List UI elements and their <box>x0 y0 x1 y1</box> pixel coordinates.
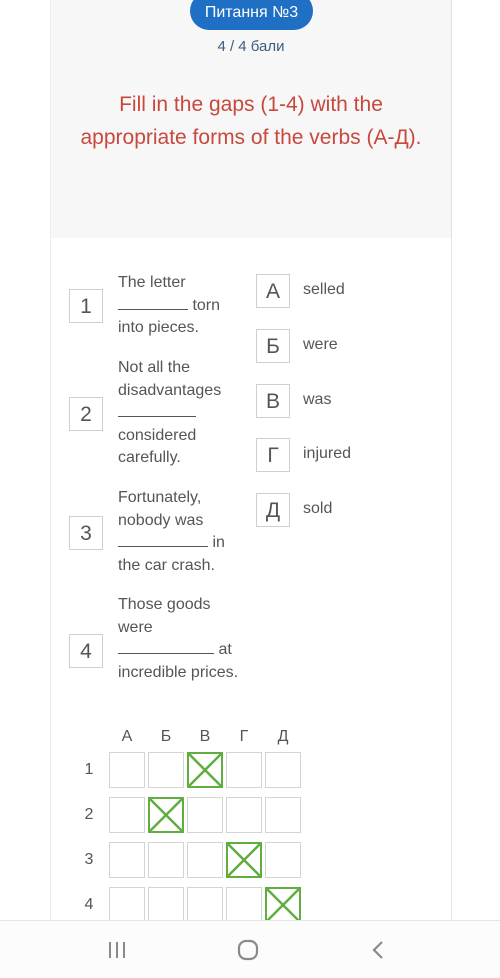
question-number-badge: Питання №3 <box>190 0 313 30</box>
quiz-page: Питання №3 4 / 4 бали Fill in the gaps (… <box>0 0 500 978</box>
answer-cell-1-v[interactable] <box>187 752 223 788</box>
grid-row-label-1: 1 <box>84 761 94 778</box>
grid-row-label-4: 4 <box>84 896 94 913</box>
check-cross-icon <box>267 889 299 921</box>
sentence-2-before: Not all the disadvantages <box>118 359 222 399</box>
option-word-v: was <box>303 391 332 408</box>
option-letter-d: Д <box>256 493 290 527</box>
answer-cell-3-a[interactable] <box>109 842 145 878</box>
option-word-a: selled <box>303 281 345 298</box>
sentence-1: The letter torn into pieces. <box>118 272 243 340</box>
option-word-h: injured <box>303 445 352 462</box>
check-cross-icon <box>150 799 182 831</box>
sentence-3-before: Fortunately, nobody was <box>118 489 204 529</box>
right-divider <box>451 0 452 920</box>
sentence-number-1: 1 <box>69 289 103 323</box>
answer-cell-1-d[interactable] <box>265 752 301 788</box>
home-icon <box>237 939 259 961</box>
recent-apps-icon <box>109 942 125 958</box>
sentence-number-3: 3 <box>69 516 103 550</box>
answer-cell-4-d[interactable] <box>265 887 301 923</box>
back-button[interactable] <box>358 935 398 965</box>
gap-3 <box>118 533 208 547</box>
question-card: Питання №3 4 / 4 бали Fill in the gaps (… <box>51 0 451 923</box>
check-cross-icon <box>189 754 221 786</box>
sentence-4: Those goods were at incredible prices. <box>118 594 243 684</box>
grid-row-label-2: 2 <box>84 806 94 823</box>
answer-cell-4-b[interactable] <box>148 887 184 923</box>
answer-cell-3-d[interactable] <box>265 842 301 878</box>
option-word-d: sold <box>303 500 333 517</box>
option-letter-a: А <box>256 274 290 308</box>
grid-column-header-a: А <box>121 728 133 745</box>
grid-row-label-3: 3 <box>84 851 94 868</box>
grid-column-header-b: Б <box>160 728 172 745</box>
grid-column-header-h: Г <box>239 728 249 745</box>
answer-cell-4-a[interactable] <box>109 887 145 923</box>
option-word-b: were <box>303 336 338 353</box>
answer-cell-2-b[interactable] <box>148 797 184 833</box>
answer-cell-1-a[interactable] <box>109 752 145 788</box>
answer-cell-3-v[interactable] <box>187 842 223 878</box>
back-icon <box>372 941 383 959</box>
sentence-2-after: considered carefully. <box>118 426 197 467</box>
answer-cell-4-h[interactable] <box>226 887 262 923</box>
score-label: 4 / 4 бали <box>217 38 285 55</box>
sentence-number-4: 4 <box>69 634 103 668</box>
answer-cell-2-d[interactable] <box>265 797 301 833</box>
gap-2 <box>118 403 196 417</box>
home-button[interactable] <box>228 935 268 965</box>
recent-apps-button[interactable] <box>97 935 137 965</box>
answer-cell-2-a[interactable] <box>109 797 145 833</box>
sentence-number-2: 2 <box>69 397 103 431</box>
gap-4 <box>118 640 214 654</box>
gap-1 <box>118 296 188 310</box>
answer-cell-3-b[interactable] <box>148 842 184 878</box>
sentence-1-before: The letter <box>118 274 186 291</box>
answer-cell-3-h[interactable] <box>226 842 262 878</box>
android-navigation-bar <box>0 920 500 978</box>
grid-column-header-v: В <box>199 728 211 745</box>
option-letter-h: Г <box>256 438 290 472</box>
answer-cell-2-v[interactable] <box>187 797 223 833</box>
sentence-4-before: Those goods were <box>118 596 211 636</box>
answer-cell-2-h[interactable] <box>226 797 262 833</box>
grid-column-header-d: Д <box>277 728 289 745</box>
answer-cell-1-b[interactable] <box>148 752 184 788</box>
option-letter-v: В <box>256 384 290 418</box>
task-instructions: Fill in the gaps (1-4) with the appropri… <box>80 93 422 149</box>
answer-cell-1-h[interactable] <box>226 752 262 788</box>
answer-cell-4-v[interactable] <box>187 887 223 923</box>
question-header: Питання №3 4 / 4 бали Fill in the gaps (… <box>51 0 451 238</box>
option-letter-b: Б <box>256 329 290 363</box>
sentence-3: Fortunately, nobody was in the car crash… <box>118 487 243 577</box>
sentence-2: Not all the disadvantages considered car… <box>118 357 243 470</box>
check-cross-icon <box>228 844 260 876</box>
